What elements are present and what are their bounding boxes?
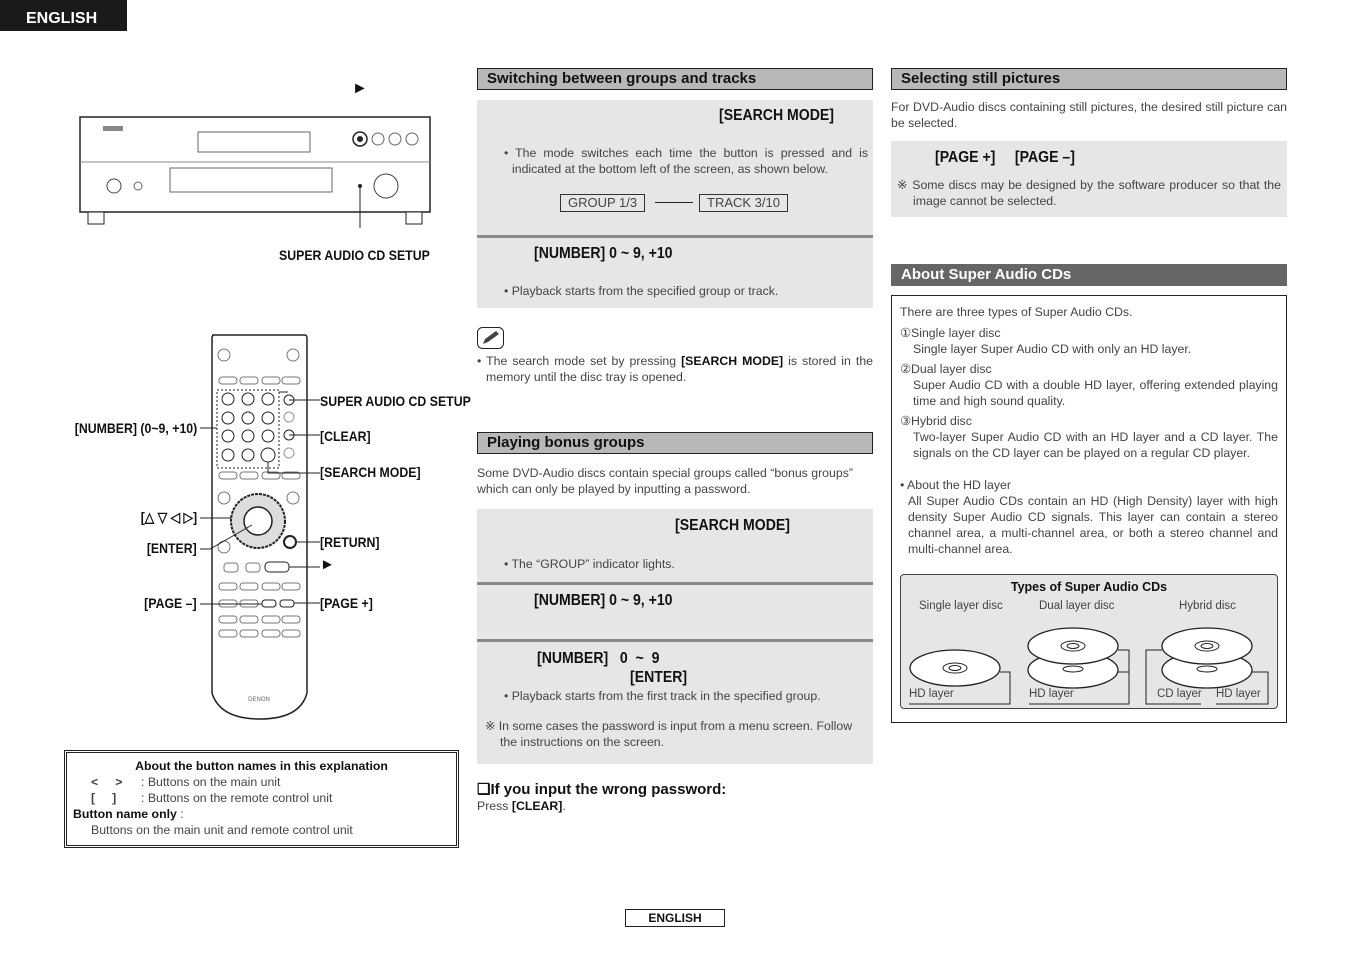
still-intro: For DVD-Audio discs containing still pic… bbox=[891, 100, 1287, 130]
label-page-minus: [PAGE –] bbox=[144, 595, 197, 611]
label-cursor: [△ ▽ ◁ ▷] bbox=[140, 509, 197, 525]
remote-control-illustration: DENON bbox=[200, 334, 320, 720]
step1-desc: The mode switches each time the button i… bbox=[512, 146, 868, 176]
label-search-mode: [SEARCH MODE] bbox=[320, 464, 421, 480]
period: . bbox=[562, 799, 566, 813]
page-keys: [PAGE +] [PAGE –] bbox=[935, 149, 1075, 166]
wrong-password-heading: ❑If you input the wrong password: bbox=[477, 781, 727, 798]
group-display: GROUP 1/3 bbox=[560, 194, 646, 212]
type-1-name: ①Single layer disc bbox=[900, 326, 1001, 340]
main-unit-desc: : Buttons on the main unit bbox=[141, 775, 281, 789]
type-2-desc: Super Audio CD with a double HD layer, o… bbox=[913, 378, 1278, 408]
step1-desc: The “GROUP” indicator lights. bbox=[511, 557, 675, 571]
track-display: TRACK 3/10 bbox=[699, 194, 788, 212]
label-page-plus: [PAGE +] bbox=[320, 595, 373, 611]
label-super-audio-cd-setup-remote: SUPER AUDIO CD SETUP bbox=[320, 393, 471, 409]
still-steps: [PAGE +] [PAGE –] ※ Some discs may be de… bbox=[891, 141, 1287, 217]
wrong-title: If you input the wrong password: bbox=[490, 781, 727, 798]
label-super-audio-cd-setup: SUPER AUDIO CD SETUP bbox=[279, 247, 430, 263]
section-title-switching: Switching between groups and tracks bbox=[477, 68, 873, 90]
hd-layer-label-2: HD layer bbox=[1029, 688, 1074, 700]
divider bbox=[477, 639, 873, 642]
press: Press bbox=[477, 799, 512, 813]
still-note-desc: Some discs may be designed by the softwa… bbox=[912, 178, 1281, 208]
section-title-still: Selecting still pictures bbox=[891, 68, 1287, 90]
bonus-steps: [SEARCH MODE] • The “GROUP” indicator li… bbox=[477, 509, 873, 764]
type-3-desc: Two-layer Super Audio CD with an HD laye… bbox=[913, 430, 1278, 460]
step-enter: [ENTER] bbox=[630, 669, 688, 686]
type-3-name: ③Hybrid disc bbox=[900, 414, 972, 428]
sacd-types: ①Single layer disc Single layer Super Au… bbox=[900, 325, 1278, 557]
step-number: [NUMBER] 0 ~ 9, +10 bbox=[534, 592, 673, 609]
label-play-icon: ► bbox=[320, 556, 335, 573]
both-desc: Buttons on the main unit and remote cont… bbox=[91, 823, 353, 837]
step3-text: • Playback starts from the first track i… bbox=[504, 689, 821, 703]
type-1-desc: Single layer Super Audio CD with only an… bbox=[913, 342, 1192, 356]
hd-layer-label-3: HD layer bbox=[1216, 688, 1261, 700]
remote-symbol: [ ] bbox=[91, 791, 117, 805]
step2-desc: Playback starts from the specified group… bbox=[511, 284, 779, 298]
step-search-mode: [SEARCH MODE] bbox=[675, 517, 790, 534]
note-title: About the button names in this explanati… bbox=[135, 759, 388, 773]
main-unit-illustration bbox=[79, 116, 431, 228]
label-return: [RETURN] bbox=[320, 534, 380, 550]
hd-layer-label-1: HD layer bbox=[909, 688, 954, 700]
sacd-intro: There are three types of Super Audio CDs… bbox=[900, 305, 1133, 319]
divider bbox=[477, 235, 873, 238]
note-desc: In some cases the password is input from… bbox=[498, 719, 853, 749]
step1-text: • The “GROUP” indicator lights. bbox=[504, 557, 675, 571]
play-icon: ► bbox=[352, 80, 368, 97]
language-tab: ENGLISH bbox=[0, 0, 127, 31]
label-number: [NUMBER] (0~9, +10) bbox=[74, 420, 197, 436]
type-2-name: ②Dual layer disc bbox=[900, 362, 992, 376]
wrong-password-text: Press [CLEAR]. bbox=[477, 798, 566, 814]
section-title-bonus: Playing bonus groups bbox=[477, 432, 873, 454]
memo-text: • The search mode set by pressing [SEARC… bbox=[477, 354, 873, 384]
hd-layer-title: • About the HD layer bbox=[900, 478, 1011, 492]
colon: : bbox=[176, 807, 184, 821]
hd-layer-text: All Super Audio CDs contain an HD (High … bbox=[908, 494, 1278, 556]
label-enter: [ENTER] bbox=[147, 540, 197, 556]
step-search-mode: [SEARCH MODE] bbox=[719, 107, 834, 124]
password-note: ※ In some cases the password is input fr… bbox=[485, 719, 853, 749]
section-title-sacd: About Super Audio CDs bbox=[891, 264, 1287, 286]
label-clear: [CLEAR] bbox=[320, 428, 371, 444]
step-number-0-9: [NUMBER] 0 ~ 9 bbox=[537, 650, 660, 667]
memo-key: [SEARCH MODE] bbox=[681, 354, 784, 368]
bonus-intro: Some DVD-Audio discs contain special gro… bbox=[477, 466, 853, 496]
step-number: [NUMBER] 0 ~ 9, +10 bbox=[534, 245, 673, 262]
still-note: ※ Some discs may be designed by the soft… bbox=[897, 178, 1281, 208]
main-unit-symbol: < > bbox=[91, 775, 123, 789]
clear-key: [CLEAR] bbox=[511, 799, 563, 813]
cd-layer-label: CD layer bbox=[1157, 688, 1202, 700]
step1-text: • The mode switches each time the button… bbox=[504, 146, 868, 176]
footer-language-label: ENGLISH bbox=[625, 909, 725, 927]
memo-pre: The search mode set by pressing bbox=[486, 354, 682, 368]
step3-desc: Playback starts from the first track in … bbox=[511, 689, 821, 703]
divider bbox=[477, 582, 873, 585]
sacd-box: There are three types of Super Audio CDs… bbox=[891, 295, 1287, 723]
button-name-only: Button name only bbox=[73, 807, 177, 821]
memo-pencil-icon bbox=[477, 327, 504, 349]
svg-text:DENON: DENON bbox=[248, 697, 270, 703]
step2-text: • Playback starts from the specified gro… bbox=[504, 284, 779, 298]
remote-desc: : Buttons on the remote control unit bbox=[141, 791, 333, 805]
switching-steps: [SEARCH MODE] • The mode switches each t… bbox=[477, 100, 873, 308]
sacd-types-figure: Types of Super Audio CDs Single layer di… bbox=[900, 574, 1278, 709]
double-arrow-icon bbox=[655, 202, 693, 203]
button-names-note: About the button names in this explanati… bbox=[64, 750, 459, 848]
